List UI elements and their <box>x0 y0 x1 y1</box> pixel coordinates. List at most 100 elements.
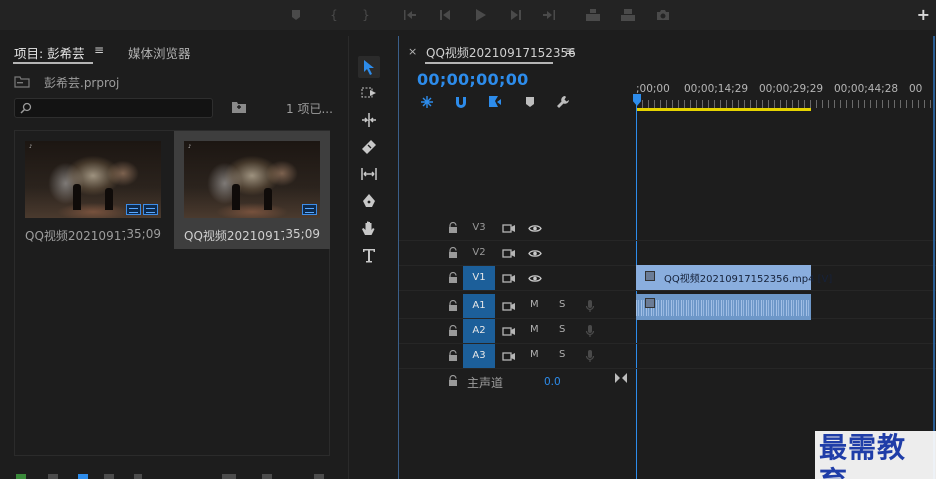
snap-button[interactable] <box>453 94 469 110</box>
sync-lock-camera-icon[interactable] <box>502 223 516 234</box>
tab-project[interactable]: 项目: 彭希芸 <box>14 43 85 62</box>
sequence-menu-icon[interactable]: ≡ <box>565 44 575 58</box>
sort-icon[interactable] <box>222 474 236 479</box>
lock-icon[interactable] <box>448 247 458 259</box>
work-area-bar[interactable] <box>636 108 811 111</box>
mark-out-icon[interactable]: } <box>358 7 374 23</box>
ruler-label: 00 <box>909 83 923 95</box>
solo-button[interactable]: S <box>559 299 565 310</box>
microphone-icon[interactable] <box>585 324 595 338</box>
track-select-tool[interactable] <box>358 82 380 104</box>
close-sequence-button[interactable]: × <box>408 45 417 58</box>
eye-icon[interactable] <box>528 224 542 233</box>
sync-lock-camera-icon[interactable] <box>502 248 516 259</box>
list-view-icon[interactable] <box>48 474 58 479</box>
tab-menu-icon[interactable]: ≡ <box>94 43 104 57</box>
master-track-label: 主声道 <box>467 376 504 390</box>
clip-tile[interactable]: ♪ QQ视频20210917... 35;09 <box>15 131 171 249</box>
search-box[interactable] <box>14 98 213 118</box>
linked-selection-button[interactable] <box>487 94 503 110</box>
pen-tool[interactable] <box>358 190 380 212</box>
freeform-view-icon[interactable] <box>104 474 114 479</box>
hand-icon <box>362 221 375 235</box>
track-name[interactable]: A1 <box>463 294 495 318</box>
mute-button[interactable]: M <box>530 299 539 310</box>
ruler-label: ;00;00 <box>636 83 670 95</box>
clip-thumbnail[interactable]: ♪ <box>25 141 161 218</box>
microphone-icon[interactable] <box>585 299 595 313</box>
track-name[interactable]: V3 <box>463 216 495 240</box>
time-ruler[interactable]: ;00;00 00;00;14;29 00;00;29;29 00;00;44;… <box>636 80 936 110</box>
track-name[interactable]: V2 <box>463 241 495 265</box>
search-input[interactable] <box>35 100 205 116</box>
automate-icon[interactable] <box>262 474 272 479</box>
sync-lock-camera-icon[interactable] <box>502 301 516 312</box>
lock-icon[interactable] <box>448 300 458 312</box>
new-bin-icon[interactable] <box>231 100 247 114</box>
ripple-edit-tool[interactable] <box>358 109 380 131</box>
lock-icon[interactable] <box>448 375 458 387</box>
sync-lock-camera-icon[interactable] <box>502 273 516 284</box>
hand-tool[interactable] <box>358 217 380 239</box>
track-a2: A2 M S <box>399 319 936 344</box>
track-name[interactable]: A2 <box>463 319 495 343</box>
type-tool[interactable] <box>358 244 380 266</box>
go-to-out-icon[interactable] <box>541 7 557 23</box>
lock-icon[interactable] <box>448 272 458 284</box>
solo-button[interactable]: S <box>559 349 565 360</box>
bin-area: ♪ QQ视频20210917... 35;09 ♪ QQ视频20210917..… <box>14 130 330 456</box>
zoom-slider-icon[interactable] <box>134 474 142 479</box>
selection-tool[interactable] <box>358 56 380 78</box>
sync-lock-camera-icon[interactable] <box>502 351 516 362</box>
lock-icon[interactable] <box>448 325 458 337</box>
mute-button[interactable]: M <box>530 324 539 335</box>
tab-media-browser[interactable]: 媒体浏览器 <box>128 43 191 62</box>
step-forward-icon[interactable] <box>508 7 524 23</box>
eye-icon[interactable] <box>528 249 542 258</box>
marker-icon[interactable] <box>288 7 304 23</box>
fx-badge-icon <box>645 271 655 281</box>
add-button[interactable]: + <box>917 6 930 24</box>
go-to-edit-point-icon[interactable] <box>614 372 628 384</box>
clip-thumbnail[interactable]: ♪ <box>184 141 320 218</box>
slip-tool[interactable] <box>358 163 380 185</box>
wrench-icon <box>557 96 569 108</box>
find-icon[interactable] <box>314 474 324 479</box>
solo-button[interactable]: S <box>559 324 565 335</box>
audio-clip[interactable] <box>636 294 811 320</box>
insert-icon[interactable] <box>585 7 601 23</box>
ruler-label: 00;00;14;29 <box>684 83 749 95</box>
nest-toggle-button[interactable] <box>419 94 435 110</box>
timeline-settings-button[interactable] <box>555 94 571 110</box>
master-volume-value[interactable]: 0.0 <box>544 376 561 388</box>
play-icon[interactable] <box>472 7 488 23</box>
video-clip[interactable]: QQ视频20210917152356.mp4 [V] <box>636 265 832 290</box>
microphone-icon[interactable] <box>585 349 595 363</box>
step-back-icon[interactable] <box>437 7 453 23</box>
track-a3: A3 M S <box>399 344 936 369</box>
mark-in-icon[interactable]: { <box>326 7 342 23</box>
project-panel: 项目: 彭希芸 ≡ 媒体浏览器 彭希芸.prproj 1 项已... ♪ QQ视… <box>0 36 342 479</box>
clip-tile-selected[interactable]: ♪ QQ视频20210917... 35;09 <box>174 131 330 249</box>
project-folder-icon <box>14 76 30 88</box>
go-to-in-icon[interactable] <box>402 7 418 23</box>
track-name[interactable]: V1 <box>463 266 495 290</box>
razor-tool[interactable] <box>358 136 380 158</box>
lock-icon[interactable] <box>448 222 458 234</box>
video-clip-label: QQ视频20210917152356.mp4 [V] <box>664 274 833 285</box>
icon-view-icon[interactable] <box>78 474 88 479</box>
camera-icon[interactable] <box>655 7 671 23</box>
active-tab-indicator <box>425 62 553 64</box>
lock-icon[interactable] <box>448 350 458 362</box>
playhead-timecode[interactable]: 00;00;00;00 <box>417 70 529 89</box>
write-lock-icon[interactable] <box>16 474 26 479</box>
eye-icon[interactable] <box>528 274 542 283</box>
overwrite-icon[interactable] <box>620 7 636 23</box>
razor-icon <box>362 140 376 154</box>
sync-lock-camera-icon[interactable] <box>502 326 516 337</box>
sequence-tab[interactable]: QQ视频20210917152356 <box>426 44 576 61</box>
track-name[interactable]: A3 <box>463 344 495 368</box>
add-marker-button[interactable] <box>522 94 538 110</box>
mute-button[interactable]: M <box>530 349 539 360</box>
ruler-label: 00;00;29;29 <box>759 83 824 95</box>
